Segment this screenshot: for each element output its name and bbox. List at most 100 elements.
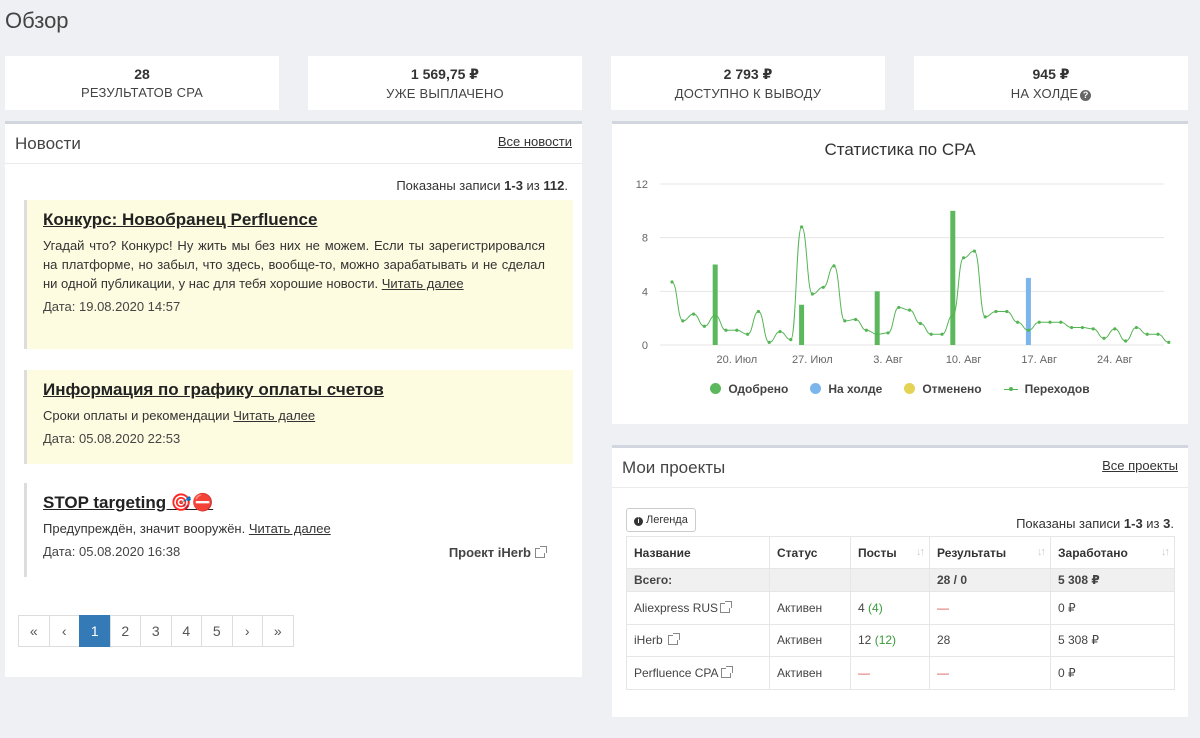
read-more-link[interactable]: Читать далее (249, 521, 331, 536)
clicks-point (789, 338, 793, 342)
clicks-point (983, 315, 987, 319)
clicks-point (951, 313, 955, 318)
clicks-point (875, 332, 879, 336)
legend-clicks[interactable]: Переходов (1003, 382, 1090, 396)
page-last[interactable]: » (262, 615, 294, 647)
project-results: — (929, 656, 1051, 690)
clicks-point (1080, 325, 1084, 330)
external-link-icon (720, 600, 733, 613)
read-more-link[interactable]: Читать далее (382, 276, 464, 291)
clicks-point (1048, 320, 1052, 324)
all-news-link[interactable]: Все новости (498, 134, 572, 149)
news-item: Конкурс: Новобранец Perfluence Угадай чт… (24, 200, 573, 349)
table-row: iHerb Активен 12 (12) 28 5 308 ₽ (626, 623, 1175, 657)
legend-cancelled[interactable]: Отменено (904, 382, 982, 396)
page-2[interactable]: 2 (109, 615, 141, 647)
info-icon: i (634, 517, 643, 526)
stat-value: 945 ₽ (1032, 66, 1070, 82)
col-posts-label: Посты (858, 545, 897, 560)
page-4[interactable]: 4 (170, 615, 202, 647)
page-prev[interactable]: ‹ (48, 615, 80, 647)
stat-label-wrap: НА ХОЛДЕ? (914, 86, 1188, 101)
news-item-title[interactable]: Информация по графику оплаты счетов (43, 380, 384, 400)
projects-panel: Мои проекты Все проекты i Легенда Показан… (612, 445, 1188, 717)
project-name[interactable]: Perfluence CPA (626, 656, 770, 690)
project-status: Активен (769, 591, 851, 625)
news-item-text: Сроки оплаты и рекомендации (43, 408, 234, 423)
clicks-point (702, 324, 706, 328)
stat-card-available: 2 793 ₽ ДОСТУПНО К ВЫВОДУ (611, 56, 885, 110)
page-1[interactable]: 1 (79, 615, 111, 647)
sort-icon: ↓↑ (1037, 546, 1046, 558)
chart-bar (712, 264, 718, 345)
clicks-point (1134, 325, 1138, 330)
project-status: Активен (769, 623, 851, 657)
legend-approved[interactable]: Одобрено (710, 382, 788, 396)
clicks-point (735, 328, 739, 332)
news-panel: Новости Все новости Показаны записи 1-3 … (5, 121, 582, 677)
legend-line (1003, 387, 1018, 391)
showing-range: 1-3 (1123, 516, 1143, 531)
news-item-body: Угадай что? Конкурс! Ну жить мы без них … (43, 236, 573, 293)
stat-label: УЖЕ ВЫПЛАЧЕНО (386, 86, 504, 101)
page-5[interactable]: 5 (201, 615, 233, 647)
project-name[interactable]: Aliexpress RUS (626, 591, 770, 625)
col-earned[interactable]: Заработано ↓↑ (1050, 536, 1175, 569)
projects-showing-count: Показаны записи 1-3 из 3. (1016, 516, 1174, 531)
legend-button[interactable]: i Легенда (626, 508, 696, 532)
news-item-text: Угадай что? Конкурс! Ну жить мы без них … (43, 238, 545, 291)
table-row: Aliexpress RUS Активен 4 (4) — 0 ₽ (626, 591, 1175, 625)
chart-bar (874, 291, 880, 345)
news-item-title[interactable]: Конкурс: Новобранец Perfluence (43, 210, 317, 230)
col-posts[interactable]: Посты ↓↑ (850, 536, 930, 569)
page-3[interactable]: 3 (140, 615, 172, 647)
posts-count: 4 (858, 600, 865, 615)
external-link-icon (535, 546, 547, 558)
external-link-icon (720, 665, 733, 678)
chart-legend: Одобрено На холде Отменено Переходов (612, 382, 1188, 396)
x-tick-label: 24. Авг (1097, 354, 1133, 366)
news-item-date: Дата: 05.08.2020 22:53 (43, 431, 181, 446)
table-header-row: Название Статус Посты ↓↑ Результаты ↓↑ Зар… (626, 536, 1175, 569)
col-earned-label: Заработано (1058, 545, 1128, 560)
showing-suffix: . (1170, 516, 1174, 531)
news-item-body: Предупреждён, значит вооружён. Читать да… (43, 519, 573, 538)
news-panel-header: Новости Все новости (5, 124, 582, 164)
chart-bar (950, 210, 956, 345)
news-project-link[interactable]: Проект iHerb (448, 545, 547, 560)
read-more-link[interactable]: Читать далее (233, 408, 315, 423)
stat-label: НА ХОЛДЕ (1010, 86, 1079, 101)
news-showing-count: Показаны записи 1-3 из 112. (396, 178, 568, 193)
all-projects-link[interactable]: Все проекты (1102, 458, 1178, 473)
col-name[interactable]: Название (626, 536, 770, 569)
clicks-point (746, 332, 750, 336)
stat-value: 2 793 ₽ (723, 66, 773, 82)
clicks-point (962, 256, 966, 260)
project-name[interactable]: iHerb (626, 623, 770, 657)
clicks-point (681, 319, 685, 323)
news-item-title[interactable]: STOP targeting 🎯⛔ (43, 493, 213, 513)
clicks-point (1102, 336, 1106, 340)
clicks-point (864, 328, 868, 332)
col-status[interactable]: Статус (769, 536, 851, 569)
table-row: Perfluence CPA Активен — — 0 ₽ (626, 656, 1175, 690)
clicks-point (756, 309, 760, 314)
clicks-point (692, 312, 696, 316)
project-status: Активен (769, 656, 851, 690)
legend-hold[interactable]: На холде (810, 382, 882, 396)
page-next[interactable]: › (231, 615, 263, 647)
page-first[interactable]: « (18, 615, 50, 647)
clicks-point (1113, 327, 1117, 331)
total-results: 28 / 0 (929, 568, 1051, 592)
news-panel-title: Новости (15, 134, 81, 153)
project-earned: 0 ₽ (1050, 591, 1175, 625)
sort-icon: ↓↑ (1161, 546, 1170, 558)
stat-card-results: 28 РЕЗУЛЬТАТОВ CPA (5, 56, 279, 110)
legend-dot (904, 383, 916, 394)
news-project-label: Проект iHerb (448, 545, 531, 560)
news-item: STOP targeting 🎯⛔ Предупреждён, значит в… (24, 483, 573, 577)
stat-value: 28 (134, 66, 150, 82)
col-results[interactable]: Результаты ↓↑ (929, 536, 1051, 569)
stat-label: РЕЗУЛЬТАТОВ CPA (80, 85, 204, 100)
question-icon[interactable]: ? (1080, 90, 1092, 101)
